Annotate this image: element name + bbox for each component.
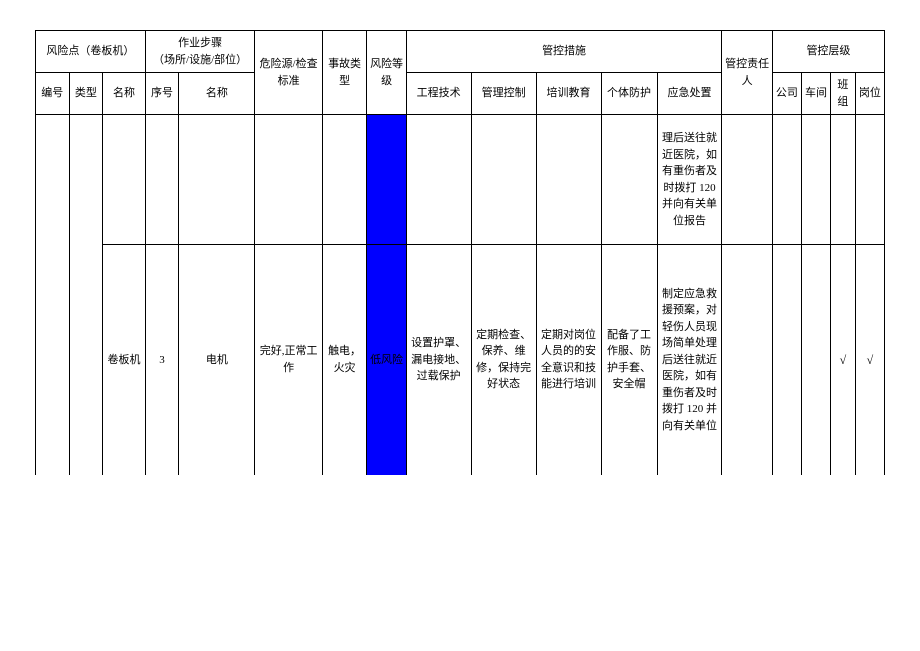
cell-accident [322,115,367,245]
cell-mgmt: 定期检查、保养、维修，保持完好状态 [471,245,536,475]
cell-hazard: 完好,正常工作 [255,245,322,475]
table-row: 理后送往就近医院，如有重伤者及时拨打 120 并向有关单位报告 [36,115,885,245]
cell-mgmt [471,115,536,245]
th-seq: 序号 [145,73,179,115]
cell-emerg: 理后送往就近医院，如有重伤者及时拨打 120 并向有关单位报告 [657,115,722,245]
cell-post [855,115,884,245]
cell-responsible [722,245,772,475]
cell-company [772,245,801,475]
cell-hazard [255,115,322,245]
th-name2: 名称 [179,73,255,115]
th-name: 名称 [103,73,146,115]
cell-train [536,115,601,245]
cell-responsible [722,115,772,245]
cell-ppe [601,115,657,245]
th-responsible: 管控责任人 [722,31,772,115]
th-ppe: 个体防护 [601,73,657,115]
th-train: 培训教育 [536,73,601,115]
table-row: 卷板机 3 电机 完好,正常工作 触电，火灾 低风险 设置护罩、漏电接地、过载保… [36,245,885,475]
cell-train: 定期对岗位人员的的安全意识和技能进行培训 [536,245,601,475]
cell-post: √ [855,245,884,475]
th-risk-level: 风险等级 [367,31,406,115]
cell-partname [179,115,255,245]
th-workshop: 车间 [801,73,830,115]
th-id: 编号 [36,73,70,115]
th-risk-point: 风险点（卷板机） [36,31,146,73]
cell-ppe: 配备了工作服、防护手套、安全帽 [601,245,657,475]
cell-workshop [801,115,830,245]
th-type: 类型 [69,73,103,115]
cell-emerg: 制定应急救援预案，对轻伤人员现场简单处理后送往就近医院，如有重伤者及时拨打 12… [657,245,722,475]
th-emerg: 应急处置 [657,73,722,115]
cell-partname: 电机 [179,245,255,475]
cell-team: √ [831,245,856,475]
th-work-step: 作业步骤 （场所/设施/部位） [145,31,255,73]
cell-name [103,115,146,245]
cell-name: 卷板机 [103,245,146,475]
cell-eng: 设置护罩、漏电接地、过载保护 [406,245,471,475]
th-team: 班组 [831,73,856,115]
cell-accident: 触电，火灾 [322,245,367,475]
risk-assessment-table: 风险点（卷板机） 作业步骤 （场所/设施/部位） 危险源/检查标准 事故类型 风… [35,30,885,475]
cell-type [69,115,103,475]
cell-seq [145,115,179,245]
cell-risk [367,115,406,245]
cell-risk: 低风险 [367,245,406,475]
cell-eng [406,115,471,245]
th-level-group: 管控层级 [772,31,884,73]
cell-team [831,115,856,245]
th-hazard: 危险源/检查标准 [255,31,322,115]
cell-seq: 3 [145,245,179,475]
th-measures: 管控措施 [406,31,722,73]
cell-id [36,115,70,475]
cell-company [772,115,801,245]
th-company: 公司 [772,73,801,115]
th-accident: 事故类型 [322,31,367,115]
cell-workshop [801,245,830,475]
th-eng: 工程技术 [406,73,471,115]
th-mgmt: 管理控制 [471,73,536,115]
th-post: 岗位 [855,73,884,115]
